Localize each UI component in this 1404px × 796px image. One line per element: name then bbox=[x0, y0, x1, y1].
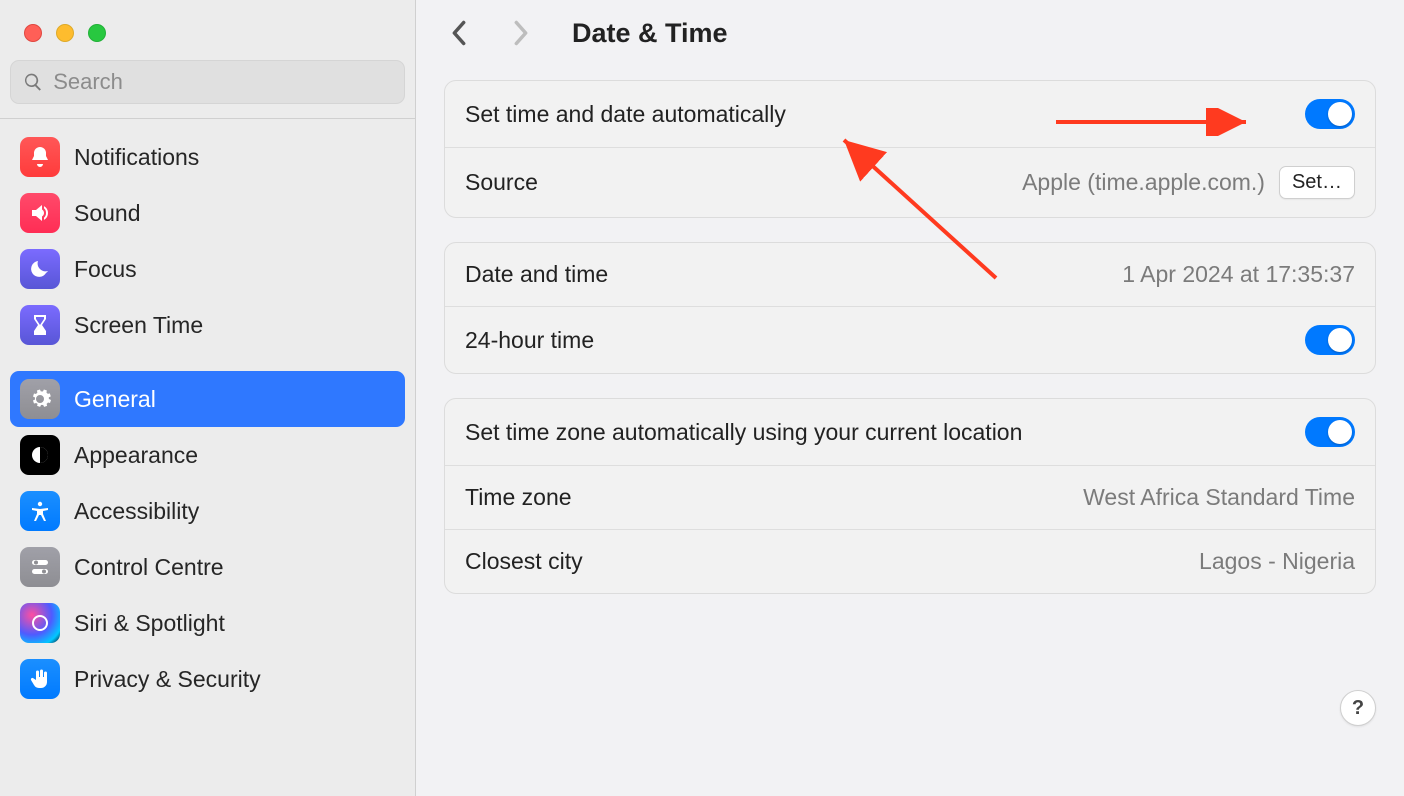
gear-icon bbox=[20, 379, 60, 419]
set-source-button[interactable]: Set… bbox=[1279, 166, 1355, 199]
minimize-window-button[interactable] bbox=[56, 24, 74, 42]
sidebar-item-label: Accessibility bbox=[74, 498, 199, 525]
card-time-source: Set time and date automatically Source A… bbox=[444, 80, 1376, 218]
nav-back-button[interactable] bbox=[440, 14, 478, 52]
sliders-icon bbox=[20, 547, 60, 587]
sidebar-item-control-centre[interactable]: Control Centre bbox=[10, 539, 405, 595]
toggle-set-time-automatically[interactable] bbox=[1305, 99, 1355, 129]
row-source: Source Apple (time.apple.com.) Set… bbox=[445, 147, 1375, 217]
timezone-value: West Africa Standard Time bbox=[1083, 484, 1355, 511]
header: Date & Time bbox=[416, 0, 1404, 70]
sidebar: Notifications Sound Focus Screen Time bbox=[0, 0, 416, 796]
sidebar-item-label: Notifications bbox=[74, 144, 199, 171]
sidebar-item-privacy-security[interactable]: Privacy & Security bbox=[10, 651, 405, 707]
row-set-time-automatically: Set time and date automatically bbox=[445, 81, 1375, 147]
close-window-button[interactable] bbox=[24, 24, 42, 42]
row-closest-city: Closest city Lagos - Nigeria bbox=[445, 529, 1375, 593]
row-auto-timezone: Set time zone automatically using your c… bbox=[445, 399, 1375, 465]
sidebar-item-label: Focus bbox=[74, 256, 137, 283]
search-box[interactable] bbox=[10, 60, 405, 104]
search-icon bbox=[23, 71, 43, 93]
content: Set time and date automatically Source A… bbox=[416, 70, 1404, 618]
search-container bbox=[0, 60, 415, 118]
chevron-left-icon bbox=[449, 19, 469, 47]
row-label: 24-hour time bbox=[465, 327, 594, 354]
card-time-zone: Set time zone automatically using your c… bbox=[444, 398, 1376, 594]
sidebar-item-appearance[interactable]: Appearance bbox=[10, 427, 405, 483]
siri-icon bbox=[20, 603, 60, 643]
sidebar-item-label: Screen Time bbox=[74, 312, 203, 339]
row-date-time: Date and time 1 Apr 2024 at 17:35:37 bbox=[445, 243, 1375, 306]
row-timezone: Time zone West Africa Standard Time bbox=[445, 465, 1375, 529]
sidebar-item-general[interactable]: General bbox=[10, 371, 405, 427]
window-controls bbox=[0, 0, 415, 60]
sidebar-item-label: Control Centre bbox=[74, 554, 224, 581]
accessibility-icon bbox=[20, 491, 60, 531]
closest-city-value: Lagos - Nigeria bbox=[1199, 548, 1355, 575]
toggle-auto-timezone[interactable] bbox=[1305, 417, 1355, 447]
row-label: Date and time bbox=[465, 261, 608, 288]
hourglass-icon bbox=[20, 305, 60, 345]
row-label: Set time and date automatically bbox=[465, 101, 786, 128]
source-value: Apple (time.apple.com.) bbox=[1022, 169, 1265, 196]
page-title: Date & Time bbox=[572, 18, 728, 49]
bell-icon bbox=[20, 137, 60, 177]
main-pane: Date & Time Set time and date automatica… bbox=[416, 0, 1404, 796]
row-label: Set time zone automatically using your c… bbox=[465, 419, 1022, 446]
sidebar-item-label: General bbox=[74, 386, 156, 413]
sidebar-item-notifications[interactable]: Notifications bbox=[10, 129, 405, 185]
row-label: Source bbox=[465, 169, 538, 196]
fullscreen-window-button[interactable] bbox=[88, 24, 106, 42]
sidebar-item-focus[interactable]: Focus bbox=[10, 241, 405, 297]
row-24-hour: 24-hour time bbox=[445, 306, 1375, 373]
datetime-value: 1 Apr 2024 at 17:35:37 bbox=[1122, 261, 1355, 288]
sidebar-item-siri-spotlight[interactable]: Siri & Spotlight bbox=[10, 595, 405, 651]
help-button[interactable]: ? bbox=[1340, 690, 1376, 726]
search-input[interactable] bbox=[53, 69, 392, 95]
sidebar-item-label: Appearance bbox=[74, 442, 198, 469]
row-label: Closest city bbox=[465, 548, 583, 575]
row-label: Time zone bbox=[465, 484, 572, 511]
sidebar-item-sound[interactable]: Sound bbox=[10, 185, 405, 241]
sidebar-group-2: General Appearance Accessibility Control… bbox=[0, 361, 415, 715]
sidebar-item-accessibility[interactable]: Accessibility bbox=[10, 483, 405, 539]
sidebar-item-label: Privacy & Security bbox=[74, 666, 261, 693]
sidebar-scroll: Notifications Sound Focus Screen Time bbox=[0, 119, 415, 796]
speaker-icon bbox=[20, 193, 60, 233]
hand-icon bbox=[20, 659, 60, 699]
sidebar-item-label: Siri & Spotlight bbox=[74, 610, 225, 637]
sidebar-item-label: Sound bbox=[74, 200, 141, 227]
moon-icon bbox=[20, 249, 60, 289]
chevron-right-icon bbox=[511, 19, 531, 47]
nav-forward-button bbox=[502, 14, 540, 52]
appearance-icon bbox=[20, 435, 60, 475]
sidebar-item-screen-time[interactable]: Screen Time bbox=[10, 297, 405, 353]
toggle-24-hour[interactable] bbox=[1305, 325, 1355, 355]
sidebar-group-1: Notifications Sound Focus Screen Time bbox=[0, 119, 415, 361]
card-date-time: Date and time 1 Apr 2024 at 17:35:37 24-… bbox=[444, 242, 1376, 374]
